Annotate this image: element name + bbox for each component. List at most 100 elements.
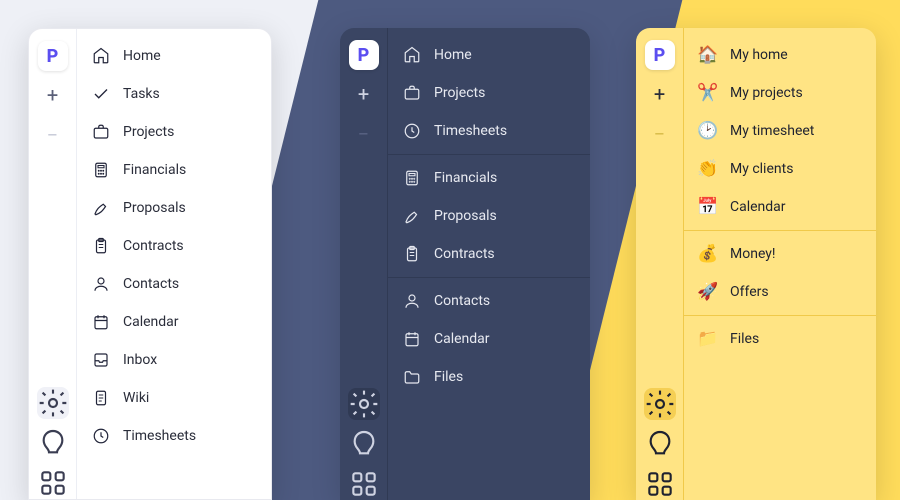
nav-label: Contracts	[434, 246, 495, 262]
nav-calendar[interactable]: Calendar	[77, 303, 271, 341]
nav-label: Inbox	[123, 352, 157, 368]
app-logo[interactable]: P	[38, 41, 68, 71]
collapse-button[interactable]: −	[348, 118, 380, 150]
nav-my-timesheet[interactable]: 🕑My timesheet	[684, 112, 876, 150]
nav-label: Financials	[434, 170, 497, 186]
calculator-icon	[91, 160, 111, 180]
nav-proposals[interactable]: Proposals	[388, 197, 590, 235]
nav-proposals[interactable]: Proposals	[77, 189, 271, 227]
app-logo[interactable]: P	[349, 40, 379, 70]
nav-label: Calendar	[123, 314, 179, 330]
pen-icon	[402, 206, 422, 226]
nav-label: Financials	[123, 162, 186, 178]
sidebar-rail: P + −	[636, 28, 684, 500]
nav-contacts[interactable]: Contacts	[388, 282, 590, 320]
scissors-emoji-icon: ✂️	[698, 83, 718, 103]
nav-label: Contacts	[434, 293, 490, 309]
settings-button[interactable]	[348, 388, 380, 420]
add-button[interactable]: +	[37, 79, 69, 111]
nav-label: Files	[730, 331, 759, 347]
nav-label: Contracts	[123, 238, 184, 254]
nav-contracts[interactable]: Contracts	[77, 227, 271, 265]
briefcase-icon	[402, 83, 422, 103]
folder-icon	[402, 367, 422, 387]
doc-icon	[91, 388, 111, 408]
briefcase-icon	[91, 122, 111, 142]
clipboard-icon	[402, 244, 422, 264]
nav-tasks[interactable]: Tasks	[77, 75, 271, 113]
nav-files[interactable]: 📁 Files	[684, 320, 876, 358]
nav-financials[interactable]: Financials	[77, 151, 271, 189]
add-button[interactable]: +	[348, 78, 380, 110]
sidebar-yellow: P + − 🏠My home ✂️ My projects 🕑My timeshe…	[636, 28, 876, 500]
clock-icon	[402, 121, 422, 141]
nav-label: Home	[434, 47, 472, 63]
collapse-button[interactable]: −	[37, 119, 69, 151]
nav-financials[interactable]: Financials	[388, 159, 590, 197]
apps-button[interactable]	[644, 468, 676, 500]
nav-label: Projects	[434, 85, 485, 101]
nav-label: Money!	[730, 246, 776, 262]
nav-projects[interactable]: Projects	[77, 113, 271, 151]
settings-button[interactable]	[37, 387, 69, 419]
calendar-icon	[402, 329, 422, 349]
nav-label: Proposals	[434, 208, 497, 224]
inbox-icon	[91, 350, 111, 370]
collapse-button[interactable]: −	[644, 118, 676, 150]
sidebar-rail: P + −	[29, 29, 77, 499]
theme-button[interactable]	[644, 428, 676, 460]
nav-home[interactable]: Home	[77, 37, 271, 75]
nav-files[interactable]: Files	[388, 358, 590, 396]
sidebar-nav: Home Projects Timesheets Financials Prop…	[388, 28, 590, 500]
nav-label: My clients	[730, 161, 793, 177]
nav-divider	[388, 154, 590, 155]
calendar-emoji-icon: 📅	[698, 197, 718, 217]
home-icon	[91, 46, 111, 66]
theme-button[interactable]	[37, 427, 69, 459]
nav-calendar[interactable]: Calendar	[388, 320, 590, 358]
apps-button[interactable]	[348, 468, 380, 500]
folder-emoji-icon: 📁	[698, 329, 718, 349]
nav-label: My home	[730, 47, 788, 63]
nav-contracts[interactable]: Contracts	[388, 235, 590, 273]
nav-wiki[interactable]: Wiki	[77, 379, 271, 417]
clock-icon	[91, 426, 111, 446]
calendar-icon	[91, 312, 111, 332]
nav-projects[interactable]: Projects	[388, 74, 590, 112]
person-icon	[91, 274, 111, 294]
nav-label: Projects	[123, 124, 174, 140]
sidebar-dark: P + − Home Projects Timesheets Financial…	[340, 28, 590, 500]
sidebar-light: P + − Home Tasks Projects Financials Pro…	[28, 28, 272, 500]
nav-contacts[interactable]: Contacts	[77, 265, 271, 303]
nav-inbox[interactable]: Inbox	[77, 341, 271, 379]
nav-label: Tasks	[123, 86, 160, 102]
add-button[interactable]: +	[644, 78, 676, 110]
app-logo[interactable]: P	[645, 40, 675, 70]
nav-calendar[interactable]: 📅Calendar	[684, 188, 876, 226]
check-icon	[91, 84, 111, 104]
nav-money[interactable]: 💰 Money!	[684, 235, 876, 273]
theme-button[interactable]	[348, 428, 380, 460]
nav-label: My timesheet	[730, 123, 814, 139]
nav-timesheets[interactable]: Timesheets	[77, 417, 271, 455]
rocket-emoji-icon: 🚀	[698, 282, 718, 302]
nav-label: My projects	[730, 85, 803, 101]
nav-timesheets[interactable]: Timesheets	[388, 112, 590, 150]
nav-label: Timesheets	[123, 428, 196, 444]
nav-label: Offers	[730, 284, 769, 300]
calculator-icon	[402, 168, 422, 188]
sidebar-nav: Home Tasks Projects Financials Proposals…	[77, 29, 271, 499]
pen-icon	[91, 198, 111, 218]
nav-offers[interactable]: 🚀 Offers	[684, 273, 876, 311]
nav-my-projects[interactable]: ✂️ My projects	[684, 74, 876, 112]
nav-label: Proposals	[123, 200, 186, 216]
nav-divider	[684, 230, 876, 231]
nav-home[interactable]: Home	[388, 36, 590, 74]
nav-my-home[interactable]: 🏠My home	[684, 36, 876, 74]
nav-divider	[684, 315, 876, 316]
settings-button[interactable]	[644, 388, 676, 420]
money-emoji-icon: 💰	[698, 244, 718, 264]
nav-label: Contacts	[123, 276, 179, 292]
nav-my-clients[interactable]: 👏My clients	[684, 150, 876, 188]
apps-button[interactable]	[37, 467, 69, 499]
